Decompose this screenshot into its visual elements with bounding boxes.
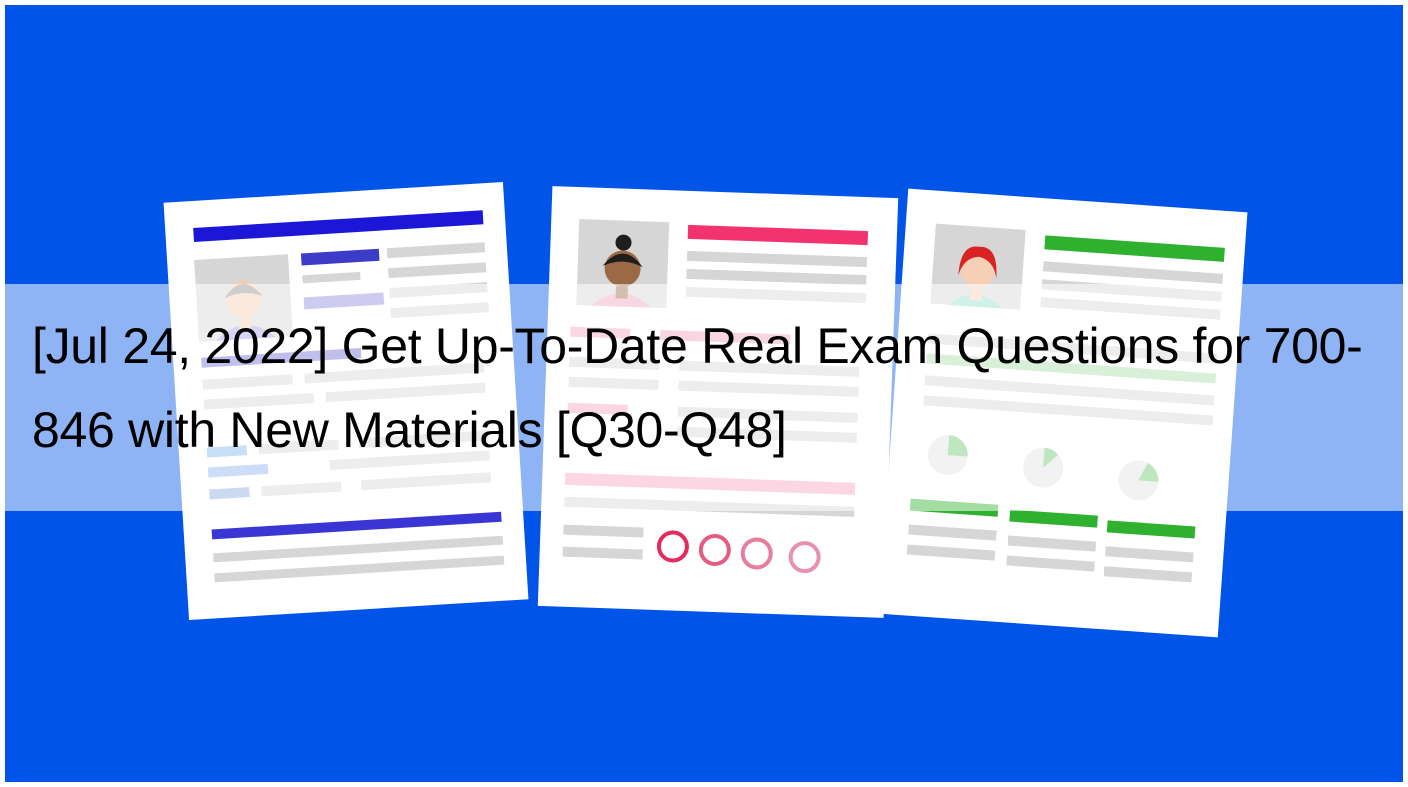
page-title: [Jul 24, 2022] Get Up-To-Date Real Exam … (32, 318, 1363, 458)
title-band: [Jul 24, 2022] Get Up-To-Date Real Exam … (5, 284, 1403, 511)
banner-frame: [Jul 24, 2022] Get Up-To-Date Real Exam … (5, 5, 1403, 782)
